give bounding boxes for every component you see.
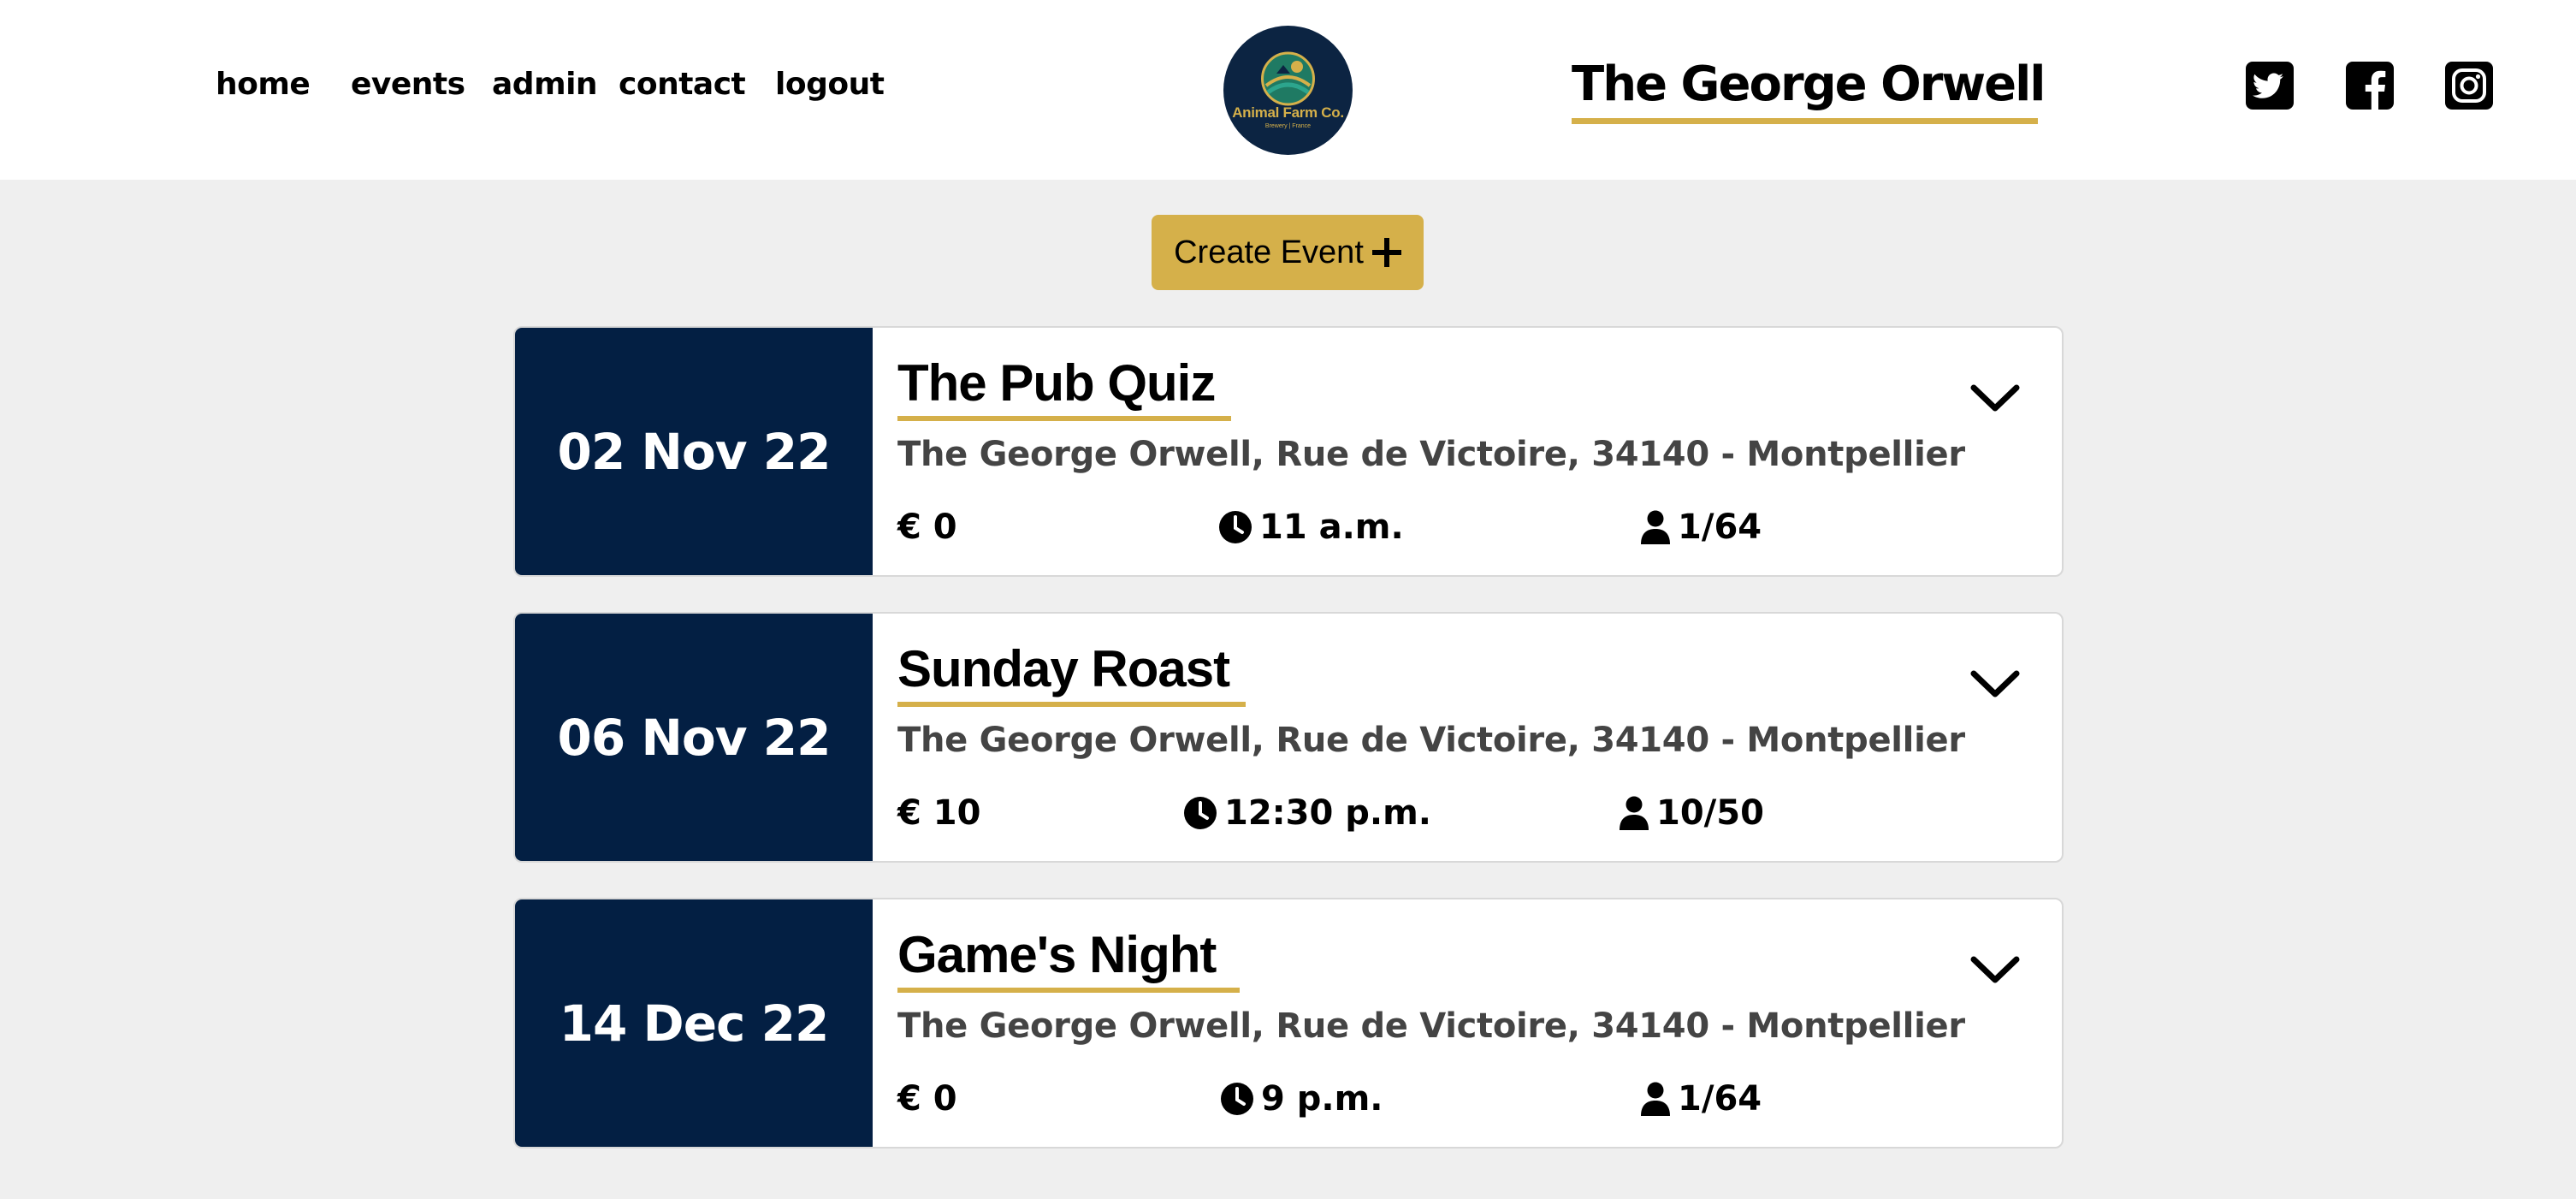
event-date: 14 Dec 22: [515, 899, 873, 1147]
event-time-value: 12:30 p.m.: [1224, 793, 1431, 833]
nav-contact-link[interactable]: contact: [619, 67, 746, 102]
nav-logout-link[interactable]: logout: [775, 67, 885, 102]
person-icon: [1620, 796, 1649, 830]
venue-title-underline: [1572, 118, 2038, 124]
person-icon: [1641, 1082, 1670, 1116]
event-attendees: 1/64: [1640, 506, 1762, 549]
event-title: The Pub Quiz: [897, 354, 1216, 412]
event-address: The George Orwell, Rue de Victoire, 3414…: [897, 721, 1965, 760]
event-time: 9 p.m.: [1220, 1077, 1383, 1120]
venue-title: The George Orwell: [1572, 56, 2046, 112]
logo-name: Animal Farm Co.: [1232, 104, 1344, 121]
facebook-icon: [2346, 62, 2394, 110]
event-address: The George Orwell, Rue de Victoire, 3414…: [897, 1006, 1965, 1046]
create-event-button[interactable]: Create Event: [1152, 215, 1424, 290]
instagram-icon: [2445, 62, 2493, 110]
event-date: 02 Nov 22: [515, 328, 873, 575]
chevron-down-icon[interactable]: [1969, 381, 2021, 415]
create-event-label: Create Event: [1174, 234, 1364, 270]
clock-icon: [1184, 797, 1217, 829]
event-time: 11 a.m.: [1218, 506, 1404, 549]
event-date: 06 Nov 22: [515, 614, 873, 861]
event-time-value: 9 p.m.: [1261, 1079, 1383, 1119]
event-attendees-value: 1/64: [1678, 1079, 1762, 1119]
event-title: Game's Night: [897, 926, 1217, 983]
brand-logo[interactable]: Animal Farm Co. Brewery | France: [1223, 26, 1353, 155]
logo-tagline: Brewery | France: [1264, 123, 1312, 129]
event-title-underline: [897, 702, 1246, 707]
event-address: The George Orwell, Rue de Victoire, 3414…: [897, 435, 1965, 474]
event-attendees-value: 1/64: [1678, 507, 1762, 547]
nav-events-link[interactable]: events: [351, 67, 465, 102]
clock-icon: [1221, 1083, 1253, 1115]
event-attendees: 10/50: [1619, 792, 1764, 834]
event-attendees: 1/64: [1640, 1077, 1762, 1120]
twitter-icon: [2246, 62, 2294, 110]
nav-admin-link[interactable]: admin: [492, 67, 598, 102]
facebook-link[interactable]: [2346, 62, 2394, 110]
nav-home-link[interactable]: home: [216, 67, 311, 102]
clock-icon: [1219, 511, 1252, 543]
logo-emblem-icon: [1261, 51, 1315, 106]
site-header: home events admin contact logout Animal …: [0, 0, 2576, 180]
event-attendees-value: 10/50: [1656, 793, 1764, 833]
plus-icon: [1371, 238, 1401, 267]
event-price: € 10: [897, 793, 981, 833]
event-title-underline: [897, 988, 1240, 993]
chevron-down-icon[interactable]: [1969, 667, 2021, 701]
event-card[interactable]: 14 Dec 22 Game's Night The George Orwell…: [513, 898, 2064, 1149]
chevron-down-icon[interactable]: [1969, 953, 2021, 987]
event-time-value: 11 a.m.: [1259, 507, 1404, 547]
event-time: 12:30 p.m.: [1183, 792, 1431, 834]
event-title-underline: [897, 416, 1231, 421]
event-price: € 0: [897, 507, 957, 547]
event-title: Sunday Roast: [897, 640, 1230, 697]
instagram-link[interactable]: [2445, 62, 2493, 110]
twitter-link[interactable]: [2246, 62, 2294, 110]
event-card[interactable]: 02 Nov 22 The Pub Quiz The George Orwell…: [513, 326, 2064, 577]
event-price: € 0: [897, 1079, 957, 1119]
person-icon: [1641, 510, 1670, 544]
event-card[interactable]: 06 Nov 22 Sunday Roast The George Orwell…: [513, 612, 2064, 863]
